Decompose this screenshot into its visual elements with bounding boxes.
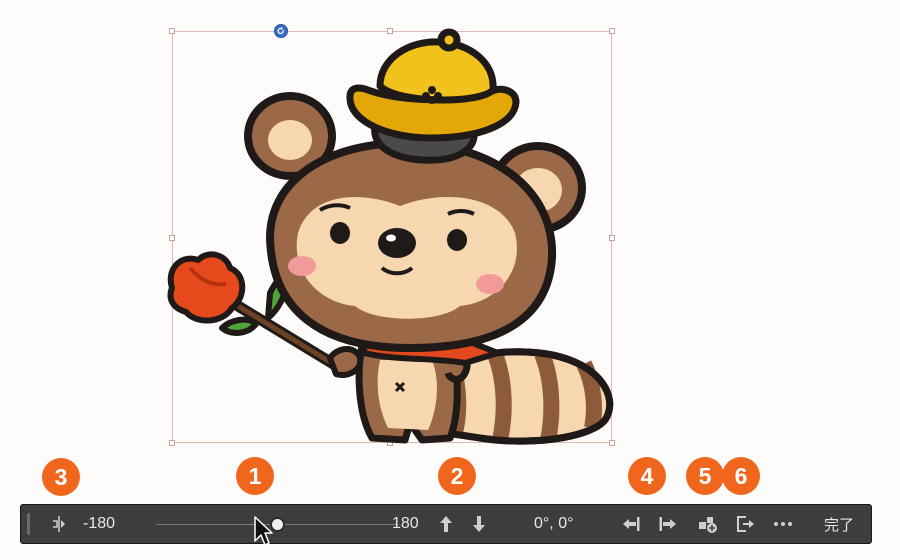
export-button[interactable] bbox=[735, 505, 757, 543]
more-icon bbox=[774, 522, 792, 526]
flip-horizontal-icon bbox=[53, 516, 65, 532]
callout-badge-4: 4 bbox=[628, 457, 666, 495]
align-right-button[interactable] bbox=[658, 505, 678, 543]
export-icon bbox=[737, 516, 754, 532]
move-up-button[interactable] bbox=[439, 505, 453, 543]
align-right-icon bbox=[659, 517, 676, 531]
tanuki-illustration[interactable] bbox=[160, 28, 640, 448]
hat bbox=[346, 28, 520, 164]
add-to-layer-button[interactable] bbox=[697, 505, 719, 543]
callout-badge-2: 2 bbox=[438, 457, 476, 495]
align-left-button[interactable] bbox=[621, 505, 641, 543]
align-left-icon bbox=[623, 517, 640, 531]
canvas-area[interactable] bbox=[0, 0, 900, 455]
done-button[interactable]: 完了 bbox=[824, 505, 854, 543]
add-to-layer-icon bbox=[699, 517, 717, 533]
arrow-down-icon bbox=[473, 516, 485, 532]
slider-max-label: 180 bbox=[392, 515, 419, 532]
move-down-button[interactable] bbox=[472, 505, 486, 543]
flip-horizontal-button[interactable] bbox=[51, 505, 67, 543]
callout-badge-1: 1 bbox=[236, 457, 274, 495]
slider-min-label: -180 bbox=[83, 515, 116, 532]
more-button[interactable] bbox=[773, 505, 793, 543]
toolbar-grip[interactable] bbox=[27, 513, 30, 535]
rotation-readout: 0°, 0° bbox=[534, 515, 574, 532]
mouse-cursor-icon bbox=[254, 516, 273, 546]
callout-badge-6: 6 bbox=[722, 457, 760, 495]
arrow-up-icon bbox=[440, 516, 452, 532]
callout-badge-5: 5 bbox=[686, 457, 724, 495]
callout-badge-3: 3 bbox=[42, 458, 80, 496]
rotation-toolbar: -180 180 0°, 0° 完了 bbox=[20, 504, 872, 544]
